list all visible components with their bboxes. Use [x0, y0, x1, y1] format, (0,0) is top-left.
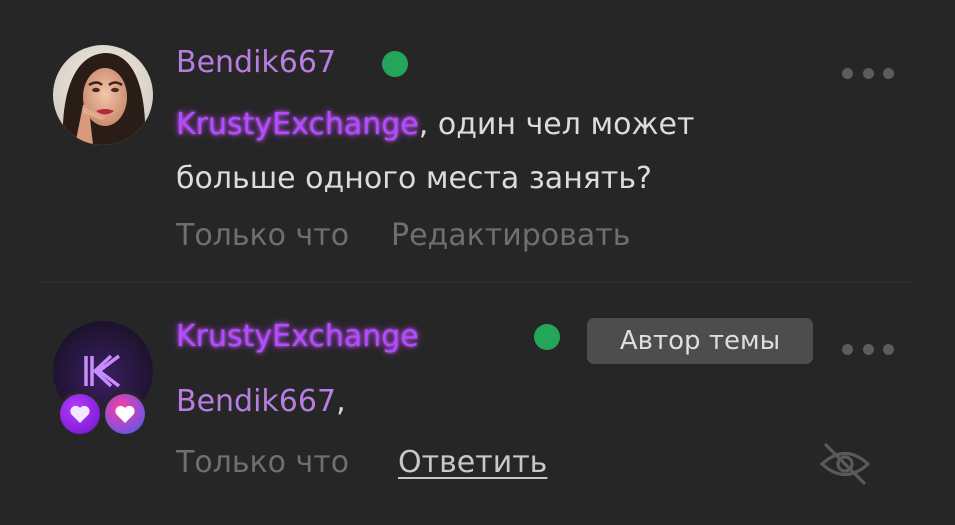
divider: [40, 282, 915, 283]
more-dot: [842, 343, 853, 355]
comment-text-line-1: Bendik667,: [176, 382, 346, 422]
eye-off-icon[interactable]: [818, 437, 872, 491]
comment-text-line-1: KrustyExchange, один чел может: [176, 105, 694, 145]
more-dot: [883, 67, 894, 79]
more-dot: [883, 343, 894, 355]
comment-text-line-2: больше одного места занять?: [176, 161, 652, 196]
comment-timestamp: Только что: [176, 445, 350, 480]
online-status-dot: [534, 324, 560, 350]
more-dot: [862, 67, 874, 79]
heart-icon: [70, 405, 90, 423]
comments-page: Bendik667 KrustyExchange, один чел может…: [0, 0, 955, 525]
more-dot: [862, 343, 874, 355]
heart-badge-purple[interactable]: [60, 394, 100, 434]
more-options-icon[interactable]: [842, 67, 894, 79]
avatar-photo: [53, 45, 153, 145]
more-options-icon[interactable]: [842, 343, 894, 355]
avatar[interactable]: [53, 45, 153, 145]
heart-badge-gradient[interactable]: [105, 394, 145, 434]
online-status-dot: [382, 51, 408, 77]
comment-bendik667: Bendik667 KrustyExchange, один чел может…: [0, 0, 955, 282]
author-name[interactable]: KrustyExchange: [176, 318, 419, 356]
comment-text: , один чел может: [418, 107, 695, 142]
reply-link[interactable]: Ответить: [398, 444, 547, 482]
mention-link[interactable]: KrustyExchange: [176, 107, 419, 142]
more-dot: [842, 67, 853, 79]
edit-link[interactable]: Редактировать: [391, 217, 630, 255]
heart-icon: [115, 405, 135, 423]
comment-timestamp: Только что: [176, 218, 350, 253]
mention-link[interactable]: Bendik667: [176, 384, 336, 419]
topic-author-badge: Автор темы: [587, 318, 813, 364]
author-name[interactable]: Bendik667: [176, 44, 336, 82]
comment-text: ,: [336, 384, 346, 419]
comment-krustyexchange: KrustyExchange Автор темы Bendik667, Тол…: [0, 284, 955, 525]
